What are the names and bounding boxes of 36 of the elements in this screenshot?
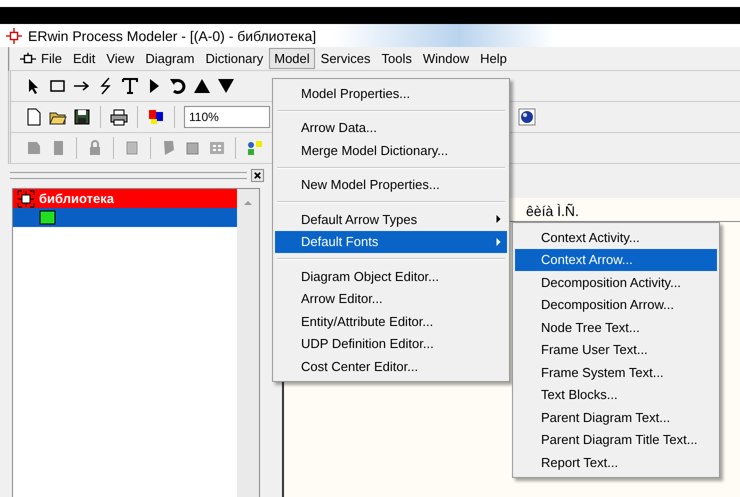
menu-item[interactable]: Frame System Text... <box>515 361 717 384</box>
tree-node[interactable]: библиотека <box>13 189 237 208</box>
menu-item[interactable]: Default Fonts <box>275 230 507 253</box>
menu-item[interactable]: Parent Diagram Title Text... <box>515 428 717 451</box>
menu-item[interactable]: Tools <box>376 48 417 69</box>
menu-item[interactable]: Model Properties... <box>275 82 507 104</box>
menu-item[interactable]: Window <box>418 48 474 69</box>
menu-item[interactable]: Context Arrow... <box>515 248 717 271</box>
menu-item[interactable]: View <box>101 48 140 69</box>
menu-item[interactable]: Dictionary <box>200 48 268 69</box>
menu-item[interactable]: Help <box>475 48 512 69</box>
menu-item[interactable]: Arrow Editor... <box>275 288 507 310</box>
menu-item[interactable]: Diagram Object Editor... <box>275 265 507 288</box>
menu-item[interactable]: Decomposition Activity... <box>515 271 717 294</box>
menu-item[interactable]: Text Blocks... <box>515 384 717 406</box>
menu-item[interactable]: New Model Properties... <box>275 174 507 196</box>
menu-item[interactable]: Arrow Data... <box>275 116 507 139</box>
zoom-field[interactable]: 110% <box>184 106 270 128</box>
menu-item[interactable]: Services <box>316 48 376 69</box>
menu-item[interactable]: Diagram <box>140 48 200 69</box>
canvas-text: êèíà Ì.Ñ. <box>526 203 579 219</box>
menu-item[interactable]: Parent Diagram Text... <box>515 406 717 428</box>
menu-item[interactable]: Cost Center Editor... <box>275 355 507 378</box>
menu-item[interactable]: Model <box>269 48 315 69</box>
menu-item[interactable]: Entity/Attribute Editor... <box>275 310 507 332</box>
menu-item[interactable]: Context Activity... <box>515 226 717 248</box>
menu-item[interactable]: Default Arrow Types <box>275 208 507 230</box>
menu-item[interactable]: Node Tree Text... <box>515 316 717 338</box>
menu-item[interactable]: File <box>36 48 67 69</box>
menu-item[interactable]: Edit <box>68 48 100 69</box>
menu-item[interactable]: Report Text... <box>515 451 717 474</box>
menu-item[interactable]: Frame User Text... <box>515 338 717 361</box>
window-title: ERwin Process Modeler - [(A-0) - библиотека] <box>28 28 316 44</box>
menu-item[interactable]: Merge Model Dictionary... <box>275 139 507 162</box>
menu-item[interactable]: UDP Definition Editor... <box>275 332 507 355</box>
menu-item[interactable]: Decomposition Arrow... <box>515 294 717 316</box>
